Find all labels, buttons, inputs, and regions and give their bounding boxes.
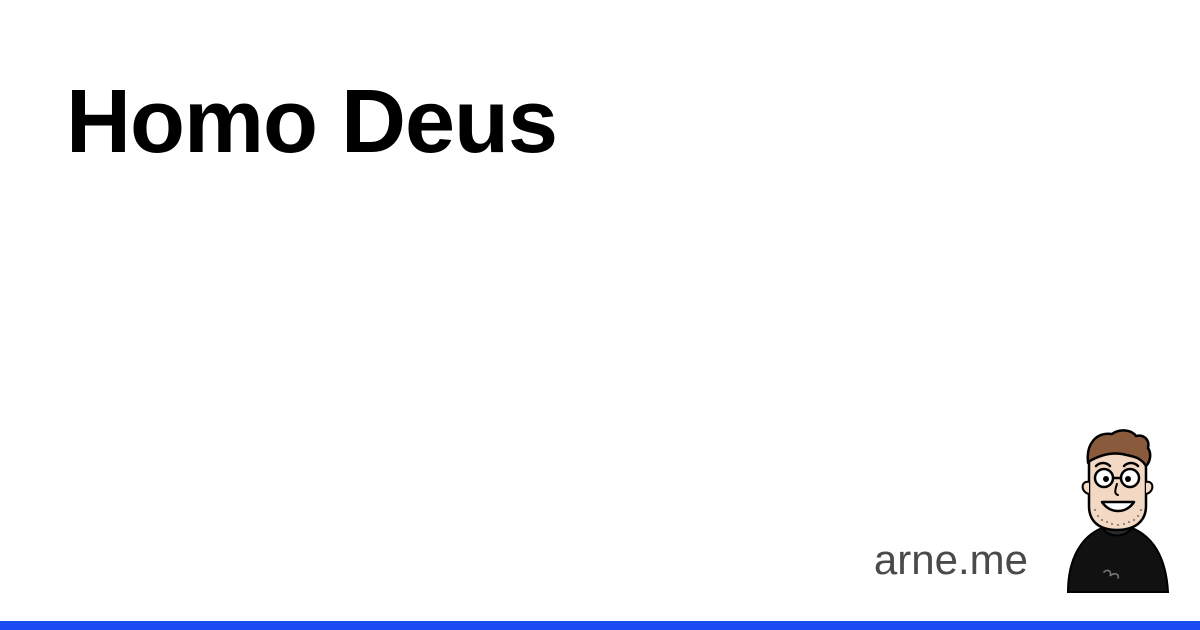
page-title: Homo Deus <box>66 72 558 172</box>
og-card: Homo Deus arne.me <box>0 0 1200 630</box>
accent-bar <box>0 621 1200 630</box>
cartoon-avatar-icon <box>1066 429 1170 593</box>
site-name: arne.me <box>873 536 1028 583</box>
